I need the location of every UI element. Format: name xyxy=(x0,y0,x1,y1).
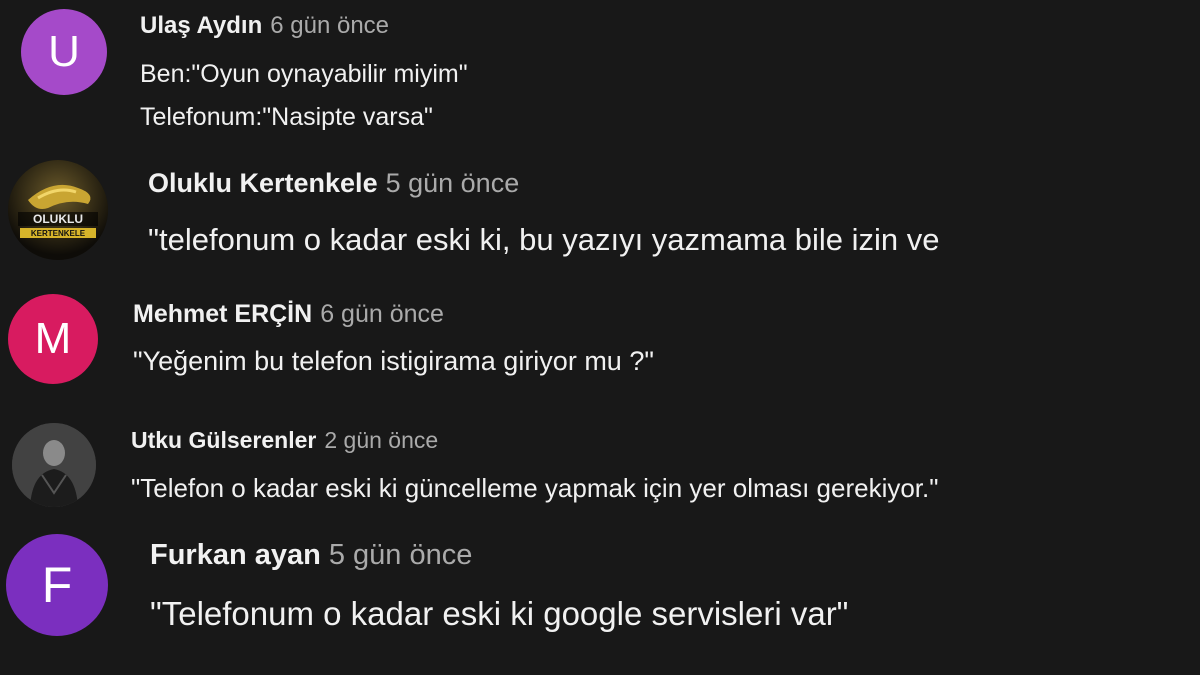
timestamp[interactable]: 2 gün önce xyxy=(324,427,438,453)
timestamp[interactable]: 6 gün önce xyxy=(320,300,444,328)
comment-text: "telefonum o kadar eski ki, bu yazıyı ya… xyxy=(148,222,940,257)
avatar[interactable]: U xyxy=(21,9,107,95)
comment-item: M Mehmet ERÇİN 6 gün önce "Yeğenim bu tel… xyxy=(0,280,1200,405)
comment-header: Furkan ayan 5 gün önce xyxy=(150,539,472,572)
avatar-letter: F xyxy=(41,557,73,613)
avatar[interactable] xyxy=(12,423,96,507)
avatar[interactable]: F xyxy=(6,534,108,636)
avatar[interactable]: OLUKLU KERTENKELE xyxy=(8,160,108,260)
avatar[interactable]: M xyxy=(8,294,98,384)
avatar-letter: U xyxy=(48,27,80,76)
comment-header: Oluklu Kertenkele 5 gün önce xyxy=(148,168,519,199)
comment-text: Telefonum:"Nasipte varsa" xyxy=(140,103,433,131)
comment-text: "Yeğenim bu telefon istigirama giriyor m… xyxy=(133,346,654,376)
avatar-photo xyxy=(12,423,96,507)
svg-text:KERTENKELE: KERTENKELE xyxy=(31,229,86,238)
author-name[interactable]: Mehmet ERÇİN xyxy=(133,300,312,328)
comment-header: Ulaş Aydın 6 gün önce xyxy=(140,12,389,40)
comment-header: Mehmet ERÇİN 6 gün önce xyxy=(133,300,444,329)
svg-text:OLUKLU: OLUKLU xyxy=(33,212,83,226)
timestamp[interactable]: 5 gün önce xyxy=(329,539,473,571)
author-name[interactable]: Ulaş Aydın xyxy=(140,12,262,39)
comment-text: "Telefon o kadar eski ki güncelleme yapm… xyxy=(131,473,939,503)
comment-text: Ben:"Oyun oynayabilir miyim" xyxy=(140,60,468,88)
avatar-letter: M xyxy=(34,314,72,363)
comment-item: OLUKLU KERTENKELE Oluklu Kertenkele 5 gün… xyxy=(0,150,1200,280)
comment-item: F Furkan ayan 5 gün önce "Telefonum o kad… xyxy=(0,525,1200,675)
comment-item: U Ulaş Aydın 6 gün önce Ben:"Oyun oynayab… xyxy=(0,0,1200,150)
author-name[interactable]: Oluklu Kertenkele xyxy=(148,168,378,198)
author-name[interactable]: Utku Gülserenler xyxy=(131,427,316,453)
comment-header: Utku Gülserenler 2 gün önce xyxy=(131,427,438,454)
comment-item: Utku Gülserenler 2 gün önce "Telefon o ka… xyxy=(0,405,1200,525)
timestamp[interactable]: 6 gün önce xyxy=(270,12,389,39)
author-name[interactable]: Furkan ayan xyxy=(150,539,321,571)
comment-text: "Telefonum o kadar eski ki google servis… xyxy=(150,595,849,632)
timestamp[interactable]: 5 gün önce xyxy=(386,168,520,198)
avatar-image: OLUKLU KERTENKELE xyxy=(8,160,108,260)
